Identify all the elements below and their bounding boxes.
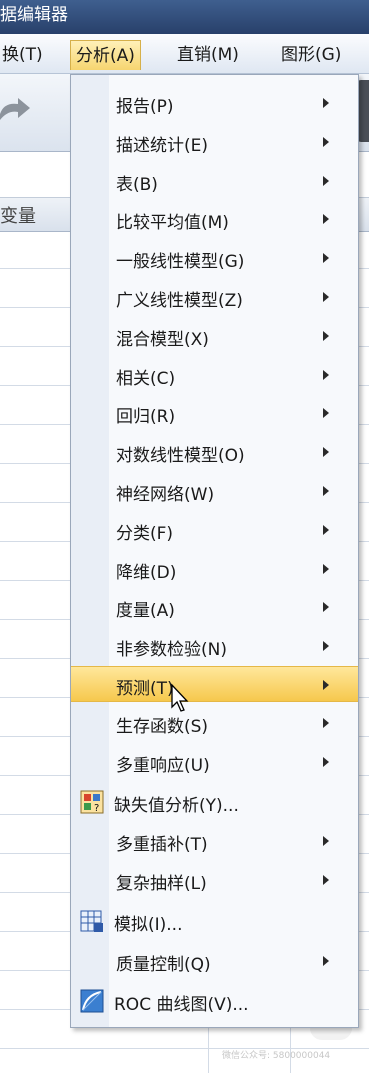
menu-item-neural-networks[interactable]: 神经网络(W) — [71, 473, 358, 509]
menu-item-label: 生存函数(S) — [116, 717, 209, 737]
submenu-arrow-icon — [323, 956, 329, 966]
menu-item-general-linear-model[interactable]: 一般线性模型(G) — [71, 240, 358, 276]
menu-item-label: 非参数检验(N) — [116, 640, 227, 660]
watermark: 微信公众号: 5800000044 — [222, 1051, 331, 1061]
menu-item-label: 神经网络(W) — [116, 485, 215, 505]
menu-item-regression[interactable]: 回归(R) — [71, 395, 358, 431]
submenu-arrow-icon — [323, 137, 329, 147]
menu-item-label: 回归(R) — [116, 407, 176, 427]
submenu-arrow-icon — [323, 602, 329, 612]
submenu-arrow-icon — [323, 486, 329, 496]
menu-item-loglinear[interactable]: 对数线性模型(O) — [71, 434, 358, 470]
menu-item-label: 度量(A) — [116, 601, 175, 621]
menu-item-tables[interactable]: 表(B) — [71, 163, 358, 199]
menu-item-dimension-reduction[interactable]: 降维(D) — [71, 551, 358, 587]
menu-item-label: 报告(P) — [116, 97, 174, 117]
simulation-icon — [80, 910, 103, 932]
menu-graphs[interactable]: 图形(G) — [276, 40, 346, 70]
submenu-arrow-icon — [323, 253, 329, 263]
submenu-arrow-icon — [323, 680, 329, 690]
menu-item-label: 多重响应(U) — [116, 756, 210, 776]
submenu-arrow-icon — [323, 292, 329, 302]
submenu-arrow-icon — [323, 214, 329, 224]
menu-item-descriptive-statistics[interactable]: 描述统计(E) — [71, 124, 358, 160]
menu-item-scale[interactable]: 度量(A) — [71, 589, 358, 625]
menu-item-correlate[interactable]: 相关(C) — [71, 357, 358, 393]
column-header-label: 变量 — [0, 206, 36, 227]
missing-value-analysis-icon: ? — [80, 790, 104, 814]
submenu-arrow-icon — [323, 564, 329, 574]
window-title: 据编辑器 — [0, 5, 68, 25]
menu-item-multiple-imputation[interactable]: 多重插补(T) — [71, 823, 358, 859]
menu-item-mixed-models[interactable]: 混合模型(X) — [71, 318, 358, 354]
menu-item-roc-curve[interactable]: ROC 曲线图(V)... — [71, 983, 358, 1019]
menu-item-label: 复杂抽样(L) — [116, 874, 207, 894]
menu-bar: 换(T) 分析(A) 直销(M) 图形(G) — [0, 34, 369, 74]
menu-item-compare-means[interactable]: 比较平均值(M) — [71, 201, 358, 237]
menu-item-label: 表(B) — [116, 175, 158, 195]
menu-item-reports[interactable]: 报告(P) — [71, 85, 358, 121]
menu-item-missing-value-analysis[interactable]: ? 缺失值分析(Y)... — [71, 784, 358, 820]
menu-item-generalized-linear-models[interactable]: 广义线性模型(Z) — [71, 279, 358, 315]
menu-item-nonparametric-tests[interactable]: 非参数检验(N) — [71, 628, 358, 664]
menu-item-multiple-response[interactable]: 多重响应(U) — [71, 744, 358, 780]
submenu-arrow-icon — [323, 408, 329, 418]
menu-analyze[interactable]: 分析(A) — [70, 40, 141, 70]
menu-item-label: 缺失值分析(Y)... — [114, 796, 239, 816]
menu-item-quality-control[interactable]: 质量控制(Q) — [71, 943, 358, 979]
submenu-arrow-icon — [323, 875, 329, 885]
menu-item-label: 混合模型(X) — [116, 330, 209, 350]
menu-item-label: ROC 曲线图(V)... — [114, 995, 249, 1015]
menu-item-label: 多重插补(T) — [116, 835, 208, 855]
redo-icon[interactable] — [0, 92, 34, 128]
menu-item-classify[interactable]: 分类(F) — [71, 512, 358, 548]
menu-item-label: 预测(T) — [116, 679, 174, 699]
menu-item-label: 一般线性模型(G) — [116, 252, 245, 272]
submenu-arrow-icon — [323, 447, 329, 457]
menu-item-label: 广义线性模型(Z) — [116, 291, 243, 311]
roc-curve-icon — [80, 989, 104, 1013]
menu-direct-marketing[interactable]: 直销(M) — [172, 40, 244, 70]
submenu-arrow-icon — [323, 836, 329, 846]
submenu-arrow-icon — [323, 525, 329, 535]
menu-item-survival[interactable]: 生存函数(S) — [71, 705, 358, 741]
menu-item-label: 相关(C) — [116, 369, 176, 389]
menu-item-label: 对数线性模型(O) — [116, 446, 245, 466]
submenu-arrow-icon — [323, 370, 329, 380]
menu-item-label: 比较平均值(M) — [116, 213, 229, 233]
menu-transform[interactable]: 换(T) — [0, 40, 48, 70]
submenu-arrow-icon — [323, 718, 329, 728]
menu-item-label: 描述统计(E) — [116, 136, 209, 156]
menu-item-label: 质量控制(Q) — [116, 955, 211, 975]
analyze-dropdown-menu: 报告(P) 描述统计(E) 表(B) 比较平均值(M) 一般线性模型(G) 广义… — [70, 74, 359, 1028]
svg-text:?: ? — [94, 803, 99, 814]
submenu-arrow-icon — [323, 176, 329, 186]
menu-item-label: 分类(F) — [116, 524, 174, 544]
submenu-arrow-icon — [323, 641, 329, 651]
submenu-arrow-icon — [323, 757, 329, 767]
submenu-arrow-icon — [323, 331, 329, 341]
menu-item-forecasting[interactable]: 预测(T) — [71, 666, 358, 702]
menu-item-label: 降维(D) — [116, 563, 177, 583]
window-title-bar: 据编辑器 — [0, 0, 369, 34]
mouse-cursor-icon — [171, 683, 189, 712]
menu-item-simulation[interactable]: 模拟(I)... — [71, 903, 358, 939]
submenu-arrow-icon — [323, 98, 329, 108]
menu-item-complex-samples[interactable]: 复杂抽样(L) — [71, 862, 358, 898]
menu-item-label: 模拟(I)... — [114, 915, 183, 935]
